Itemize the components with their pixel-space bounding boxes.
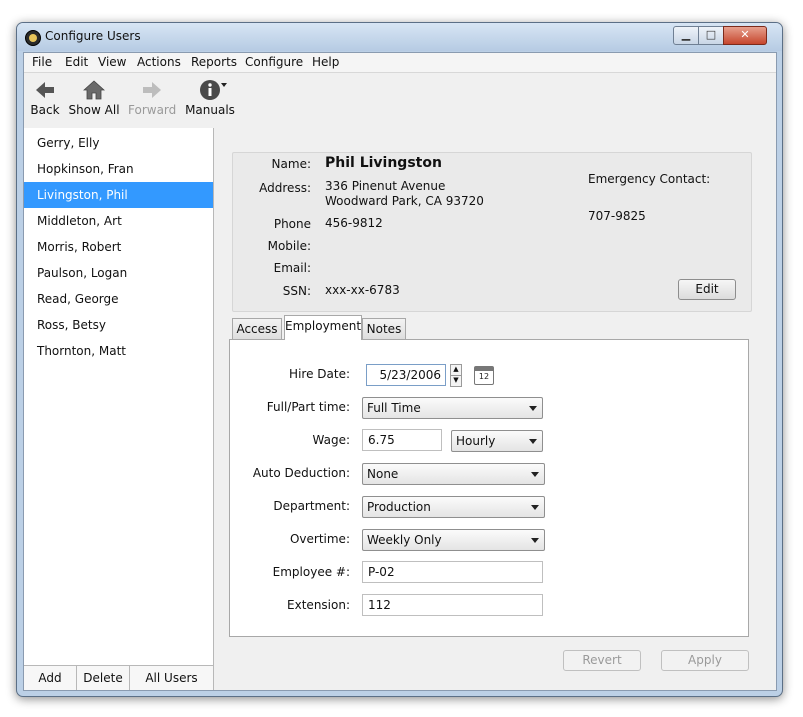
close-button[interactable]: ✕ (723, 26, 767, 45)
overtime-select[interactable]: Weekly Only (362, 529, 545, 551)
user-list-item[interactable]: Hopkinson, Fran (24, 156, 213, 182)
overtime-value: Weekly Only (367, 533, 442, 547)
calendar-day: 12 (478, 372, 490, 381)
user-list-item[interactable]: Morris, Robert (24, 234, 213, 260)
app-window: Configure Users ▁ □ ✕ File Edit View Act… (16, 22, 783, 697)
name-label: Name: (271, 157, 311, 171)
all-users-button[interactable]: All Users (130, 666, 213, 690)
phone-label: Phone (273, 217, 311, 231)
wage-unit-value: Hourly (456, 434, 496, 448)
extension-label: Extension: (287, 598, 350, 612)
hire-date-label: Hire Date: (289, 367, 350, 381)
window-client-area: File Edit View Actions Reports Configure… (23, 52, 777, 691)
forward-button[interactable]: Forward (128, 73, 176, 117)
chevron-down-icon (529, 406, 537, 411)
forward-label: Forward (128, 103, 177, 117)
manuals-label: Manuals (185, 103, 235, 117)
apply-button[interactable]: Apply (661, 650, 749, 671)
manuals-button[interactable]: Manuals (184, 73, 236, 117)
app-globe-icon (25, 30, 41, 46)
auto-deduction-label: Auto Deduction: (252, 466, 350, 480)
wage-unit-select[interactable]: Hourly (451, 430, 543, 452)
employee-number-label: Employee #: (272, 565, 350, 579)
chevron-down-icon (531, 538, 539, 543)
show-all-label: Show All (68, 103, 120, 117)
user-list-item[interactable]: Thornton, Matt (24, 338, 213, 364)
address-line1: 336 Pinenut Avenue (325, 179, 446, 193)
department-label: Department: (273, 499, 350, 513)
title-bar[interactable]: Configure Users ▁ □ ✕ (17, 23, 782, 51)
department-value: Production (367, 500, 431, 514)
user-detail-pane: Name: Phil Livingston Address: 336 Pinen… (214, 128, 776, 690)
add-user-button[interactable]: Add (24, 666, 77, 690)
employment-tab-panel: Hire Date: 5/23/2006 ▲ ▼ 12 Full/Part ti… (229, 339, 749, 637)
show-all-button[interactable]: Show All (68, 73, 120, 117)
user-list-item[interactable]: Middleton, Art (24, 208, 213, 234)
menu-edit[interactable]: Edit (65, 55, 88, 69)
ssn-label: SSN: (282, 284, 311, 298)
user-list-item[interactable]: Read, George (24, 286, 213, 312)
extension-input[interactable]: 112 (362, 594, 543, 616)
apply-label: Apply (688, 653, 722, 667)
user-list: Gerry, Elly Hopkinson, Fran Livingston, … (24, 128, 214, 690)
full-part-select[interactable]: Full Time (362, 397, 543, 419)
full-part-value: Full Time (367, 401, 421, 415)
menu-bar: File Edit View Actions Reports Configure… (24, 53, 776, 73)
menu-reports[interactable]: Reports (191, 55, 237, 69)
address-line2: Woodward Park, CA 93720 (325, 194, 484, 208)
back-button[interactable]: Back (28, 73, 62, 117)
back-arrow-icon (34, 79, 56, 101)
menu-actions[interactable]: Actions (137, 55, 181, 69)
tab-notes[interactable]: Notes (362, 318, 406, 339)
menu-help[interactable]: Help (312, 55, 339, 69)
user-list-item[interactable]: Paulson, Logan (24, 260, 213, 286)
edit-contact-button[interactable]: Edit (678, 279, 736, 300)
menu-configure[interactable]: Configure (245, 55, 303, 69)
ssn-value: xxx-xx-6783 (325, 283, 400, 297)
user-list-item[interactable]: Gerry, Elly (24, 130, 213, 156)
home-icon (82, 79, 106, 101)
auto-deduction-value: None (367, 467, 399, 481)
chevron-down-icon (531, 472, 539, 477)
tab-employment[interactable]: Employment (284, 315, 362, 340)
wage-label: Wage: (312, 433, 351, 447)
phone-value: 456-9812 (325, 216, 383, 230)
revert-button[interactable]: Revert (563, 650, 641, 671)
calendar-icon[interactable]: 12 (474, 366, 494, 385)
forward-arrow-icon (141, 79, 163, 101)
hire-date-field[interactable]: 5/23/2006 (366, 364, 446, 386)
emergency-contact-label: Emergency Contact: (588, 172, 711, 186)
chevron-down-icon (531, 505, 539, 510)
revert-label: Revert (582, 653, 622, 667)
menu-view[interactable]: View (98, 55, 126, 69)
employee-number-input[interactable]: P-02 (362, 561, 543, 583)
auto-deduction-select[interactable]: None (362, 463, 545, 485)
menu-file[interactable]: File (32, 55, 52, 69)
contact-info-panel: Name: Phil Livingston Address: 336 Pinen… (232, 152, 752, 312)
delete-user-button[interactable]: Delete (77, 666, 130, 690)
user-list-item[interactable]: Ross, Betsy (24, 312, 213, 338)
back-label: Back (30, 103, 60, 117)
maximize-button[interactable]: □ (698, 26, 724, 45)
info-icon (199, 79, 227, 101)
full-part-label: Full/Part time: (266, 400, 350, 414)
department-select[interactable]: Production (362, 496, 545, 518)
address-label: Address: (259, 181, 311, 195)
minimize-button[interactable]: ▁ (673, 26, 699, 45)
user-name: Phil Livingston (325, 155, 442, 171)
toolbar: Back Show All Forward Manuals (24, 73, 776, 125)
date-down-icon[interactable]: ▼ (450, 375, 462, 387)
mobile-label: Mobile: (267, 239, 311, 253)
overtime-label: Overtime: (289, 532, 350, 546)
user-list-footer: Add Delete All Users (24, 665, 213, 690)
tab-access[interactable]: Access (232, 318, 282, 339)
user-list-item-selected[interactable]: Livingston, Phil (24, 182, 213, 208)
emergency-contact-value: 707-9825 (588, 209, 646, 223)
window-title: Configure Users (45, 29, 141, 43)
email-label: Email: (273, 261, 311, 275)
chevron-down-icon (529, 439, 537, 444)
wage-input[interactable]: 6.75 (362, 429, 442, 451)
